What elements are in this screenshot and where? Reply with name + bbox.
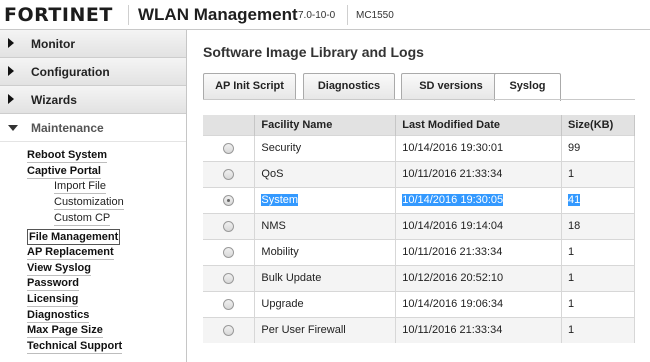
last-modified: 10/12/2016 20:52:10 [395, 264, 563, 291]
last-modified: 10/11/2016 21:33:34 [395, 316, 563, 343]
header-divider [128, 5, 129, 25]
page-title: Software Image Library and Logs [203, 44, 424, 60]
main-content: Software Image Library and Logs AP Init … [188, 30, 650, 362]
size-kb: 1 [561, 160, 635, 187]
sidebar-section-maintenance[interactable]: Maintenance [0, 114, 186, 142]
last-modified: 10/14/2016 19:14:04 [395, 212, 563, 239]
sidebar-section-configuration[interactable]: Configuration [0, 58, 186, 86]
size-kb: 1 [561, 238, 635, 265]
caret-right-icon [8, 66, 14, 76]
sidebar-item-licensing[interactable]: Licensing [27, 292, 79, 307]
model-label: MC1550 [356, 10, 394, 21]
size-kb: 1 [561, 290, 635, 317]
tab-ap-init-script[interactable]: AP Init Script [203, 73, 296, 100]
column-header-last-modified[interactable]: Last Modified Date [395, 115, 563, 135]
header-divider [347, 5, 348, 25]
sidebar-item-custom-cp[interactable]: Custom CP [54, 211, 111, 226]
facility-name: QoS [254, 160, 397, 187]
facility-name: Security [254, 134, 397, 161]
row-radio[interactable] [223, 220, 235, 232]
version-label: 7.0-10-0 [298, 10, 336, 21]
row-radio-checked[interactable] [223, 194, 235, 206]
tab-sd-versions[interactable]: SD versions [401, 73, 501, 100]
sidebar: Monitor Configuration Wizards Maintenanc… [0, 30, 187, 362]
sidebar-item-file-management[interactable]: File Management [27, 229, 121, 245]
facility-name: Per User Firewall [254, 316, 397, 343]
syslog-table: Facility Name Last Modified Date Size(KB… [203, 115, 635, 343]
tab-underline [203, 99, 635, 100]
tab-diagnostics[interactable]: Diagnostics [303, 73, 395, 100]
table-row[interactable]: Per User Firewall 10/11/2016 21:33:34 1 [203, 316, 635, 343]
column-header-facility-name[interactable]: Facility Name [254, 115, 397, 135]
sidebar-item-view-syslog[interactable]: View Syslog [27, 261, 91, 276]
table-row[interactable]: Bulk Update 10/12/2016 20:52:10 1 [203, 264, 635, 291]
facility-name: Bulk Update [254, 264, 397, 291]
caret-right-icon [8, 38, 14, 48]
table-row[interactable]: Security 10/14/2016 19:30:01 99 [203, 134, 635, 161]
caret-right-icon [8, 94, 14, 104]
column-header-size[interactable]: Size(KB) [561, 115, 635, 135]
size-kb: 41 [568, 194, 581, 206]
row-radio[interactable] [223, 298, 235, 310]
size-kb: 99 [561, 134, 635, 161]
last-modified: 10/14/2016 19:30:01 [395, 134, 563, 161]
facility-name: Upgrade [254, 290, 397, 317]
caret-down-icon [8, 125, 18, 131]
sidebar-item-reboot-system[interactable]: Reboot System [27, 148, 108, 163]
last-modified: 10/14/2016 19:06:34 [395, 290, 563, 317]
column-header-select [203, 115, 256, 135]
facility-name: System [261, 194, 299, 206]
fortinet-logo: FORTINET [4, 4, 113, 26]
size-kb: 18 [561, 212, 635, 239]
sidebar-section-wizards[interactable]: Wizards [0, 86, 186, 114]
sidebar-item-password[interactable]: Password [27, 276, 79, 291]
table-row[interactable]: QoS 10/11/2016 21:33:34 1 [203, 160, 635, 187]
size-kb: 1 [561, 264, 635, 291]
table-row[interactable]: NMS 10/14/2016 19:14:04 18 [203, 212, 635, 239]
last-modified: 10/11/2016 21:33:34 [395, 160, 563, 187]
row-radio[interactable] [223, 324, 235, 336]
app-title: WLAN Management [138, 5, 298, 24]
sidebar-item-ap-replacement[interactable]: AP Replacement [27, 245, 114, 260]
table-header-row: Facility Name Last Modified Date Size(KB… [203, 115, 635, 135]
tab-syslog[interactable]: Syslog [494, 73, 561, 101]
sidebar-item-max-page-size[interactable]: Max Page Size [27, 323, 103, 338]
row-radio[interactable] [223, 142, 235, 154]
last-modified: 10/11/2016 21:33:34 [395, 238, 563, 265]
table-row[interactable]: Mobility 10/11/2016 21:33:34 1 [203, 238, 635, 265]
table-row-selected[interactable]: System 10/14/2016 19:30:05 41 [203, 186, 635, 213]
row-radio[interactable] [223, 272, 235, 284]
sidebar-item-technical-support[interactable]: Technical Support [27, 339, 123, 354]
size-kb: 1 [561, 316, 635, 343]
table-row[interactable]: Upgrade 10/14/2016 19:06:34 1 [203, 290, 635, 317]
top-bar: FORTINET WLAN Management 7.0-10-0 MC1550 [0, 0, 650, 30]
sidebar-item-import-file[interactable]: Import File [54, 179, 106, 194]
last-modified: 10/14/2016 19:30:05 [402, 194, 504, 206]
sidebar-item-diagnostics[interactable]: Diagnostics [27, 308, 90, 323]
facility-name: Mobility [254, 238, 397, 265]
row-radio[interactable] [223, 246, 235, 258]
sidebar-section-monitor[interactable]: Monitor [0, 30, 186, 58]
sidebar-item-customization[interactable]: Customization [54, 195, 124, 210]
sidebar-item-captive-portal[interactable]: Captive Portal [27, 164, 101, 179]
facility-name: NMS [254, 212, 397, 239]
row-radio[interactable] [223, 168, 235, 180]
